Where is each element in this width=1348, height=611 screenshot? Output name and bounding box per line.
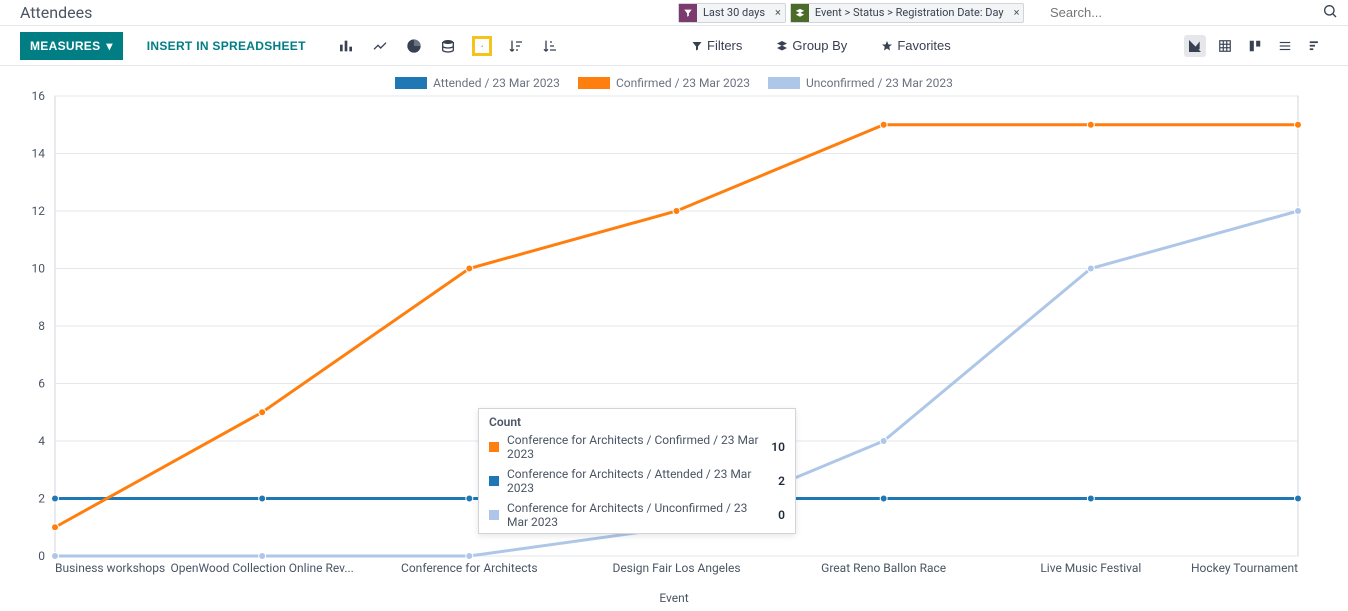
ascending-bar-icon[interactable] — [472, 36, 492, 56]
filters-button[interactable]: Filters — [685, 37, 748, 54]
insert-in-spreadsheet-button[interactable]: INSERT IN SPREADSHEET — [141, 38, 312, 54]
tooltip-title: Count — [479, 409, 795, 431]
chart-type-group — [336, 36, 560, 56]
pivot-view-icon[interactable] — [1214, 35, 1236, 57]
facet-group-event-status[interactable]: Event > Status > Registration Date: Day … — [790, 3, 1025, 23]
search-facets: Last 30 days × Event > Status > Registra… — [678, 0, 1028, 26]
legend-item[interactable]: Attended / 23 Mar 2023 — [395, 76, 560, 90]
stacked-icon[interactable] — [438, 36, 458, 56]
line-chart-icon[interactable] — [370, 36, 390, 56]
view-switcher — [1184, 35, 1326, 57]
legend-swatch — [395, 77, 427, 89]
chart-area: Attended / 23 Mar 2023 Confirmed / 23 Ma… — [0, 66, 1348, 611]
filter-icon — [679, 4, 697, 22]
sort-desc-icon[interactable] — [506, 36, 526, 56]
svg-text:Design Fair Los Angeles: Design Fair Los Angeles — [612, 561, 740, 575]
svg-text:Live Music Festival: Live Music Festival — [1040, 561, 1141, 575]
svg-text:10: 10 — [32, 262, 46, 276]
facet-close-icon[interactable]: × — [771, 6, 785, 19]
list-view-icon[interactable] — [1274, 35, 1296, 57]
svg-text:Hockey Tournament: Hockey Tournament — [1191, 561, 1298, 575]
legend-item[interactable]: Unconfirmed / 23 Mar 2023 — [768, 76, 953, 90]
svg-text:0: 0 — [38, 549, 45, 563]
graph-view-icon[interactable] — [1184, 35, 1206, 57]
svg-text:OpenWood Collection Online Rev: OpenWood Collection Online Rev... — [170, 561, 353, 575]
bar-chart-icon[interactable] — [336, 36, 356, 56]
favorites-button[interactable]: Favorites — [875, 37, 956, 54]
chart-tooltip: Count Conference for Architects / Confir… — [478, 408, 796, 534]
tooltip-row: Conference for Architects / Unconfirmed … — [479, 499, 795, 533]
measures-button[interactable]: MEASURES ▾ — [20, 32, 123, 60]
tooltip-row: Conference for Architects / Confirmed / … — [479, 431, 795, 465]
group-icon — [791, 4, 809, 22]
sort-asc-icon[interactable] — [540, 36, 560, 56]
facet-filter-last30days[interactable]: Last 30 days × — [678, 3, 786, 23]
pie-chart-icon[interactable] — [404, 36, 424, 56]
tooltip-swatch — [489, 476, 499, 486]
tooltip-swatch — [489, 442, 499, 452]
caret-down-icon: ▾ — [106, 39, 112, 53]
svg-text:16: 16 — [32, 89, 46, 103]
svg-text:12: 12 — [32, 204, 46, 218]
svg-text:2: 2 — [38, 492, 45, 506]
groupby-button[interactable]: Group By — [770, 37, 853, 54]
toolbar: MEASURES ▾ INSERT IN SPREADSHEET Filters — [0, 26, 1348, 66]
legend-item[interactable]: Confirmed / 23 Mar 2023 — [578, 76, 750, 90]
top-row: Attendees Last 30 days × Event > Status … — [0, 0, 1348, 26]
kanban-view-icon[interactable] — [1244, 35, 1266, 57]
facet-close-icon[interactable]: × — [1010, 6, 1024, 19]
svg-text:4: 4 — [38, 434, 45, 448]
search-input[interactable] — [1048, 0, 1308, 24]
tooltip-swatch — [489, 510, 499, 520]
search-tools: Filters Group By Favorites — [685, 37, 957, 54]
svg-text:Conference for Architects: Conference for Architects — [401, 561, 538, 575]
tooltip-row: Conference for Architects / Attended / 2… — [479, 465, 795, 499]
svg-text:8: 8 — [38, 319, 45, 333]
svg-text:6: 6 — [38, 377, 45, 391]
svg-text:14: 14 — [32, 147, 46, 161]
x-axis-label: Event — [0, 591, 1348, 605]
svg-text:Great Reno Ballon Race: Great Reno Ballon Race — [821, 561, 946, 575]
search-icon[interactable] — [1322, 3, 1338, 23]
chart-legend: Attended / 23 Mar 2023 Confirmed / 23 Ma… — [0, 76, 1348, 90]
page-title: Attendees — [0, 3, 92, 22]
gantt-view-icon[interactable] — [1304, 35, 1326, 57]
legend-swatch — [578, 77, 610, 89]
svg-text:Business workshops: Business workshops — [55, 561, 165, 575]
legend-swatch — [768, 77, 800, 89]
